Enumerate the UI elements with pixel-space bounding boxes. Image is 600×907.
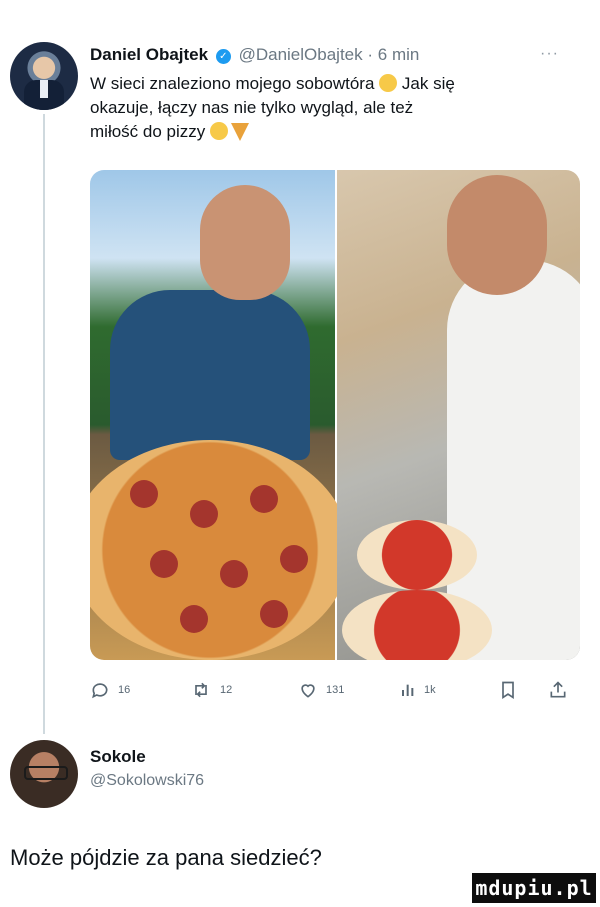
pepperoni [150,550,178,578]
photo-right-pizza [342,590,492,660]
photo-man-with-pizza[interactable] [90,170,350,660]
like-count: 131 [326,683,345,696]
verified-badge-icon: ✓ [215,49,231,64]
view-count: 1k [424,683,436,696]
tweet-time[interactable]: 6 min [378,45,420,64]
photo-left-pizza [90,440,350,660]
reply-author-handle[interactable]: @Sokolowski76 [90,772,204,790]
header-separator: · [367,45,374,64]
like-action[interactable]: 131 [298,680,344,700]
pepperoni [180,605,208,633]
tweet-header: Daniel Obajtek ✓ @DanielObajtek · 6 min [90,45,419,65]
author-name[interactable]: Daniel Obajtek [90,45,208,64]
tweet-text: W sieci znaleziono mojego sobowtóra Jak … [90,72,560,144]
tweet-text-line3: miłość do pizzy [90,122,206,141]
photo-right-face [447,175,547,295]
photo-right-pizza [357,520,477,590]
pepperoni [250,485,278,513]
bookmark-action[interactable] [498,680,526,700]
views-icon [402,684,414,696]
author-avatar[interactable] [10,42,78,110]
reply-text: Może pójdzie za pana siedzieć? [10,845,322,870]
more-options-icon[interactable]: ··· [540,45,559,63]
reply-action[interactable]: 16 [90,680,130,700]
photo-man-in-kitchen[interactable] [337,170,580,660]
pepperoni [130,480,158,508]
reply-author-avatar[interactable] [10,740,78,808]
reply-count: 16 [118,683,131,696]
pizza-emoji-icon [231,123,249,141]
author-handle[interactable]: @DanielObajtek [239,45,363,64]
reply-icon [92,683,108,699]
wink-emoji-icon [210,122,228,140]
photo-left-person [110,290,310,460]
thread-connector-line [43,114,45,734]
photo-left-face [200,185,290,300]
pepperoni [260,600,288,628]
retweet-count: 12 [220,683,233,696]
site-watermark: mdupiu.pl [472,873,596,903]
views-action[interactable]: 1k [400,680,436,700]
share-action[interactable] [548,680,576,700]
tweet-text-line2: okazuje, łączy nas nie tylko wygląd, ale… [90,98,414,117]
tweet-media[interactable] [90,170,580,660]
avatar-shirt [40,80,48,98]
tweet-text-line1: W sieci znaleziono mojego sobowtóra [90,74,375,93]
tweet-text-line1b: Jak się [401,74,455,93]
retweet-icon [195,682,207,698]
avatar-glasses [24,766,68,780]
share-icon [550,681,566,698]
pepperoni [190,500,218,528]
like-icon [301,684,315,698]
retweet-action[interactable]: 12 [190,680,232,700]
pepperoni [280,545,308,573]
reply-author-name[interactable]: Sokole [90,747,146,767]
flushed-emoji-icon [379,74,398,92]
pepperoni [220,560,248,588]
bookmark-icon [502,681,514,700]
